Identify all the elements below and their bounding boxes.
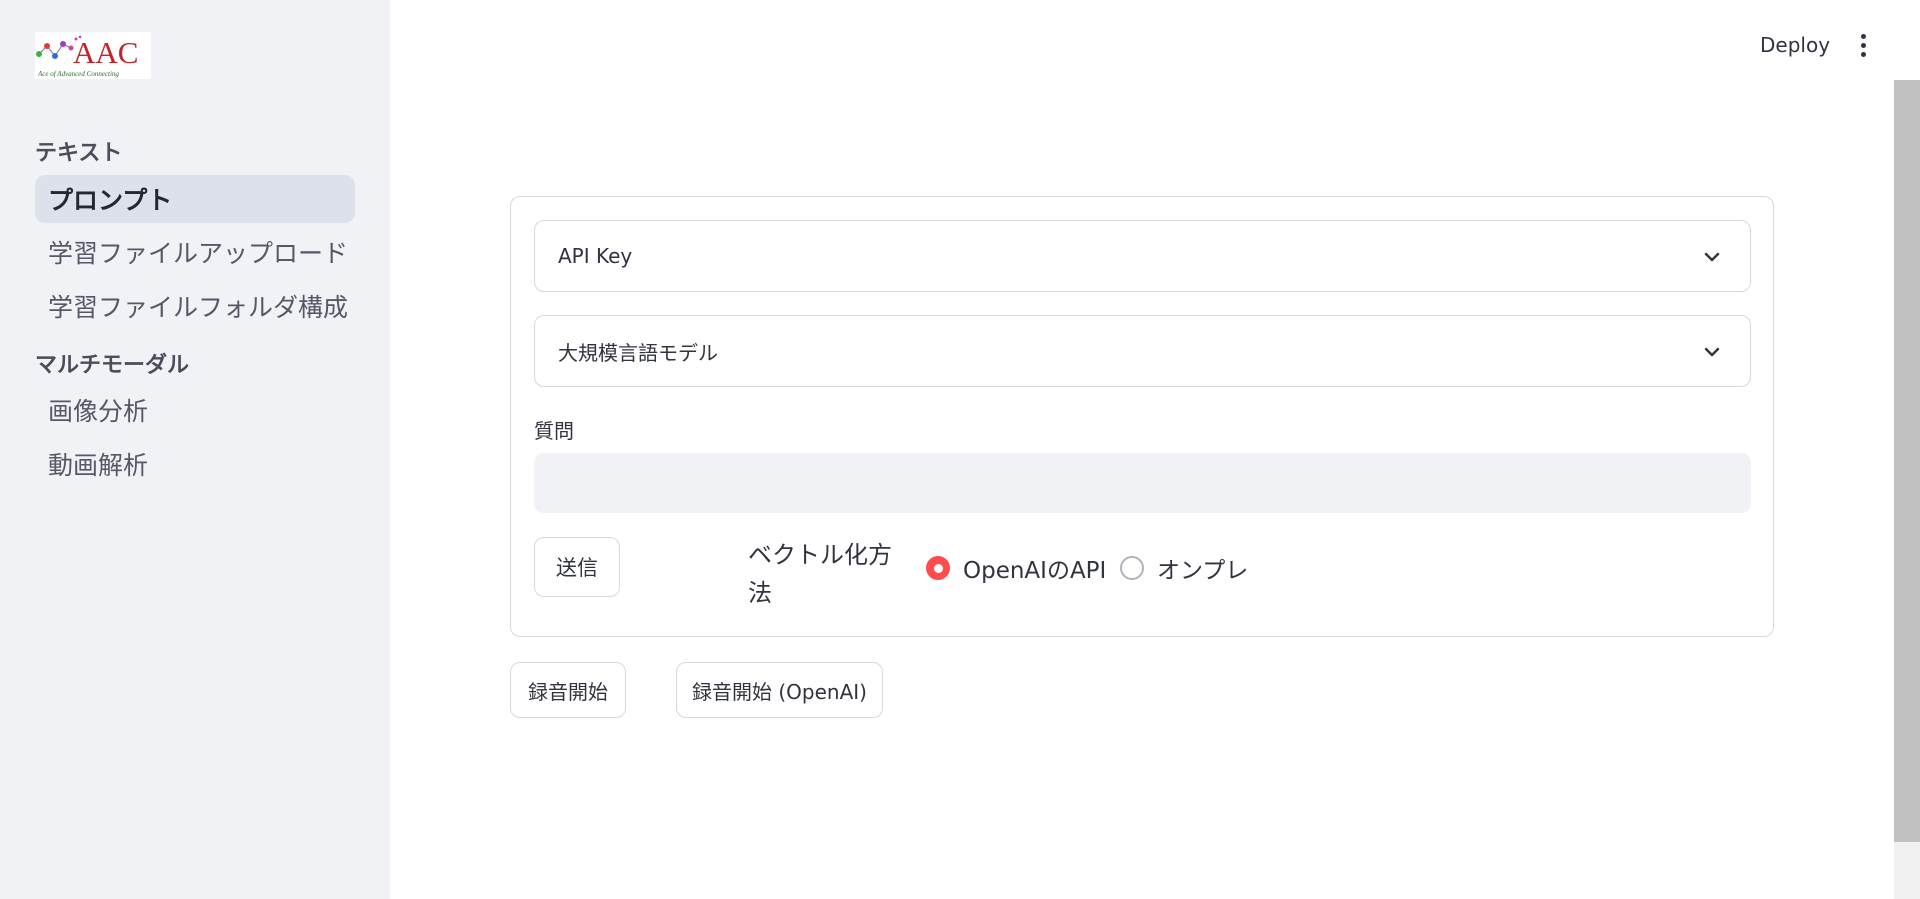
nav-item-label: 学習ファイルフォルダ構成 [48,293,349,322]
nav-section-text: テキスト [35,141,123,166]
more-vert-icon[interactable] [1848,28,1878,62]
deploy-button[interactable]: Deploy [1750,28,1840,62]
nav-section-multimodal: マルチモーダル [35,353,190,378]
aac-logo[interactable]: AAC Ace of Advanced Connecting [35,32,151,79]
record-start-openai-button[interactable]: 録音開始 (OpenAI) [676,662,883,718]
chevron-down-icon [1704,347,1720,357]
llm-select-label: 大規模言語モデル [558,340,718,365]
radio-option-label: オンプレ [1157,558,1249,584]
logo-text: AAC [73,35,138,70]
radio-onpremise[interactable]: オンプレ [1120,552,1248,584]
logo-tagline: Ace of Advanced Connecting [37,70,119,78]
sidebar: AAC Ace of Advanced Connecting テキスト プロンプ… [0,0,390,899]
record-start-button[interactable]: 録音開始 [510,662,626,718]
radio-option-label: OpenAIのAPI [963,558,1107,584]
nav-item-learning-folder-structure[interactable]: 学習ファイルフォルダ構成 [35,282,355,330]
nav-item-image-analysis[interactable]: 画像分析 [35,386,355,434]
nav-item-label: 動画解析 [48,451,149,480]
nav-item-video-analysis[interactable]: 動画解析 [35,440,355,488]
submit-button[interactable]: 送信 [534,537,620,597]
radio-unselected-icon [1120,556,1144,580]
radio-selected-icon [926,556,950,580]
radio-openai-api[interactable]: OpenAIのAPI [926,552,1106,584]
nav-item-label: 学習ファイルアップロード [48,239,349,268]
nav-item-learning-file-upload[interactable]: 学習ファイルアップロード [35,228,355,276]
nav-item-prompt[interactable]: プロンプト [35,175,355,223]
vectorize-method-label: ベクトル化方法 [748,541,892,607]
nav-item-label: プロンプト [48,186,173,215]
llm-select[interactable]: 大規模言語モデル [534,315,1751,387]
question-input[interactable] [534,453,1751,513]
chevron-down-icon [1704,252,1720,262]
scrollbar-thumb[interactable] [1894,80,1920,842]
nav-item-label: 画像分析 [48,397,149,426]
api-key-select[interactable]: API Key [534,220,1751,292]
api-key-select-label: API Key [558,244,633,268]
question-label: 質問 [534,419,574,443]
